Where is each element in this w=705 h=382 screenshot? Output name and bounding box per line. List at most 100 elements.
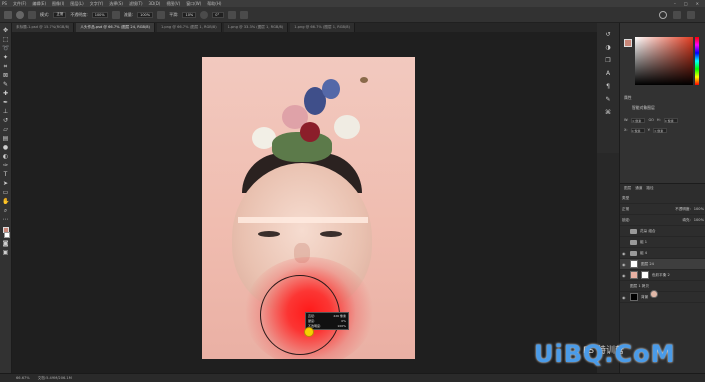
move-icon[interactable]: ✥ bbox=[2, 27, 9, 34]
pressure-size-icon[interactable] bbox=[228, 10, 237, 19]
minimize-icon[interactable]: – bbox=[674, 1, 676, 6]
type-icon[interactable]: T bbox=[2, 171, 9, 178]
zoom-icon[interactable]: ⌕ bbox=[2, 207, 9, 214]
layer-thumbnail bbox=[630, 271, 638, 279]
menu-item[interactable]: 文字(Y) bbox=[90, 1, 104, 7]
layer-row-selected[interactable]: ◉ 图层 24 bbox=[620, 259, 705, 270]
healing-icon[interactable]: ✚ bbox=[2, 90, 9, 97]
brush-icon[interactable]: ✒ bbox=[2, 99, 9, 106]
eyedropper-icon[interactable]: ✎ bbox=[2, 81, 9, 88]
background-color-swatch[interactable] bbox=[4, 232, 10, 238]
visibility-eye-icon[interactable]: ◉ bbox=[622, 273, 627, 278]
left-eye bbox=[258, 231, 280, 237]
adjustments-icon[interactable]: ◑ bbox=[605, 44, 612, 51]
blend-mode-select[interactable]: 正常 bbox=[622, 207, 629, 212]
menu-item[interactable]: 图像(I) bbox=[52, 1, 64, 7]
menu-item[interactable]: 帮助(H) bbox=[207, 1, 221, 7]
layer-row[interactable]: 图层 1 拷贝 bbox=[620, 281, 705, 298]
shape-icon[interactable]: ▭ bbox=[2, 189, 9, 196]
pressure-opacity-icon[interactable] bbox=[111, 10, 120, 19]
brush-preset-icon[interactable] bbox=[16, 10, 24, 19]
menu-item[interactable]: 选择(S) bbox=[109, 1, 123, 7]
lasso-icon[interactable]: ➰ bbox=[2, 45, 9, 52]
hand-icon[interactable]: ✋ bbox=[2, 198, 9, 205]
document-canvas[interactable]: 直径: 226 像素 硬度: 0% 不透明度: 100% bbox=[202, 57, 415, 359]
search-icon[interactable] bbox=[659, 10, 667, 19]
history-brush-icon[interactable]: ↺ bbox=[2, 117, 9, 124]
tab-layers[interactable]: 图层 bbox=[624, 186, 631, 191]
home-icon[interactable] bbox=[4, 10, 12, 19]
tab-document[interactable]: 1.png @ 66.7% (图层 1, RGB/8) bbox=[290, 23, 355, 32]
menu-item[interactable]: 编辑(E) bbox=[32, 1, 46, 7]
stamp-icon[interactable]: ⊥ bbox=[2, 108, 9, 115]
options-right bbox=[659, 10, 705, 19]
blur-icon[interactable]: ● bbox=[2, 144, 9, 151]
layer-row[interactable]: ◉ 背景 bbox=[620, 292, 705, 303]
layer-row[interactable]: ◉ 组 4 bbox=[620, 248, 705, 259]
w-field[interactable]: 0 像素 bbox=[631, 117, 646, 123]
color-picker-field[interactable] bbox=[635, 37, 693, 85]
frame-icon[interactable]: ⊠ bbox=[2, 72, 9, 79]
maximize-icon[interactable]: □ bbox=[684, 1, 688, 6]
color-panel-swatch[interactable] bbox=[624, 39, 632, 47]
opacity-field[interactable]: 100% bbox=[91, 11, 108, 18]
angle-field[interactable]: 0° bbox=[212, 11, 225, 18]
mode-select[interactable]: 正常 bbox=[53, 11, 67, 18]
symmetry-icon[interactable] bbox=[240, 10, 249, 19]
eraser-icon[interactable]: ▱ bbox=[2, 126, 9, 133]
hue-slider[interactable] bbox=[695, 37, 699, 85]
airbrush-icon[interactable] bbox=[157, 10, 166, 19]
y-field[interactable]: 0 像素 bbox=[653, 127, 668, 133]
gear-icon[interactable] bbox=[200, 10, 209, 19]
smooth-field[interactable]: 10% bbox=[182, 11, 197, 18]
menu-item[interactable]: 视图(V) bbox=[166, 1, 180, 7]
gradient-icon[interactable]: ▤ bbox=[2, 135, 9, 142]
dodge-icon[interactable]: ◐ bbox=[2, 153, 9, 160]
fill-field[interactable]: 100% bbox=[694, 218, 704, 222]
close-icon[interactable]: ✕ bbox=[696, 1, 699, 6]
character-icon[interactable]: A bbox=[605, 70, 612, 77]
layer-row[interactable]: ◉ 色彩平衡 2 bbox=[620, 270, 705, 281]
flow-field[interactable]: 100% bbox=[137, 11, 154, 18]
tab-channels[interactable]: 通道 bbox=[635, 186, 642, 191]
screen-mode-icon[interactable]: ▣ bbox=[2, 249, 9, 256]
magic-wand-icon[interactable]: ✦ bbox=[2, 54, 9, 61]
tab-document[interactable]: 未标题-1.psd @ 15.7%(RGB/8) bbox=[12, 23, 75, 32]
quick-mask-icon[interactable]: ◙ bbox=[2, 240, 9, 247]
menu-item[interactable]: PS bbox=[2, 1, 7, 6]
tab-document[interactable]: 1.png @ 66.7% (图层 1, RGB/8) bbox=[156, 23, 222, 32]
more-tools-icon[interactable]: ⋯ bbox=[2, 216, 9, 223]
marquee-icon[interactable]: ⬚ bbox=[2, 36, 9, 43]
workspace-icon[interactable] bbox=[673, 10, 681, 19]
menu-item[interactable]: 图层(L) bbox=[70, 1, 83, 7]
brush-settings-icon[interactable] bbox=[28, 10, 36, 19]
share-icon[interactable] bbox=[687, 10, 695, 19]
kind-filter[interactable]: 类型 bbox=[622, 196, 629, 201]
layer-row[interactable]: 花朵 组合 bbox=[620, 226, 705, 237]
visibility-eye-icon[interactable]: ◉ bbox=[622, 262, 627, 267]
tab-paths[interactable]: 路径 bbox=[646, 186, 653, 191]
tab-document-active[interactable]: 人头作品.psd @ 66.7% (图层 24, RGB/8) bbox=[76, 23, 155, 32]
layer-thumbnail bbox=[630, 293, 638, 301]
layer-opacity-field[interactable]: 100% bbox=[694, 207, 704, 211]
path-select-icon[interactable]: ➤ bbox=[2, 180, 9, 187]
x-field[interactable]: 0 像素 bbox=[630, 127, 645, 133]
menu-item[interactable]: 文件(F) bbox=[13, 1, 26, 7]
zoom-level[interactable]: 66.67% bbox=[16, 376, 30, 380]
pen-icon[interactable]: ✑ bbox=[2, 162, 9, 169]
layer-row[interactable]: 组 1 bbox=[620, 237, 705, 248]
visibility-eye-icon[interactable]: ◉ bbox=[622, 295, 627, 300]
visibility-eye-icon[interactable]: ◉ bbox=[622, 251, 627, 256]
history-icon[interactable]: ↺ bbox=[605, 31, 612, 38]
paragraph-icon[interactable]: ¶ bbox=[605, 83, 612, 90]
menu-item[interactable]: 滤镜(T) bbox=[129, 1, 143, 7]
h-field[interactable]: 0 像素 bbox=[663, 117, 678, 123]
tab-document[interactable]: 1.png @ 33.3% (图层 1, RGB/8) bbox=[223, 23, 289, 32]
layers-icon[interactable]: ❐ bbox=[605, 57, 612, 64]
canvas-area[interactable]: 直径: 226 像素 硬度: 0% 不透明度: 100% bbox=[12, 32, 597, 373]
crop-icon[interactable]: ⌗ bbox=[2, 63, 9, 70]
menu-item[interactable]: 3D(D) bbox=[149, 1, 161, 6]
paths-icon[interactable]: ⌘ bbox=[605, 109, 612, 116]
brush-panel-icon[interactable]: ✎ bbox=[605, 96, 612, 103]
menu-item[interactable]: 窗口(W) bbox=[186, 1, 201, 7]
